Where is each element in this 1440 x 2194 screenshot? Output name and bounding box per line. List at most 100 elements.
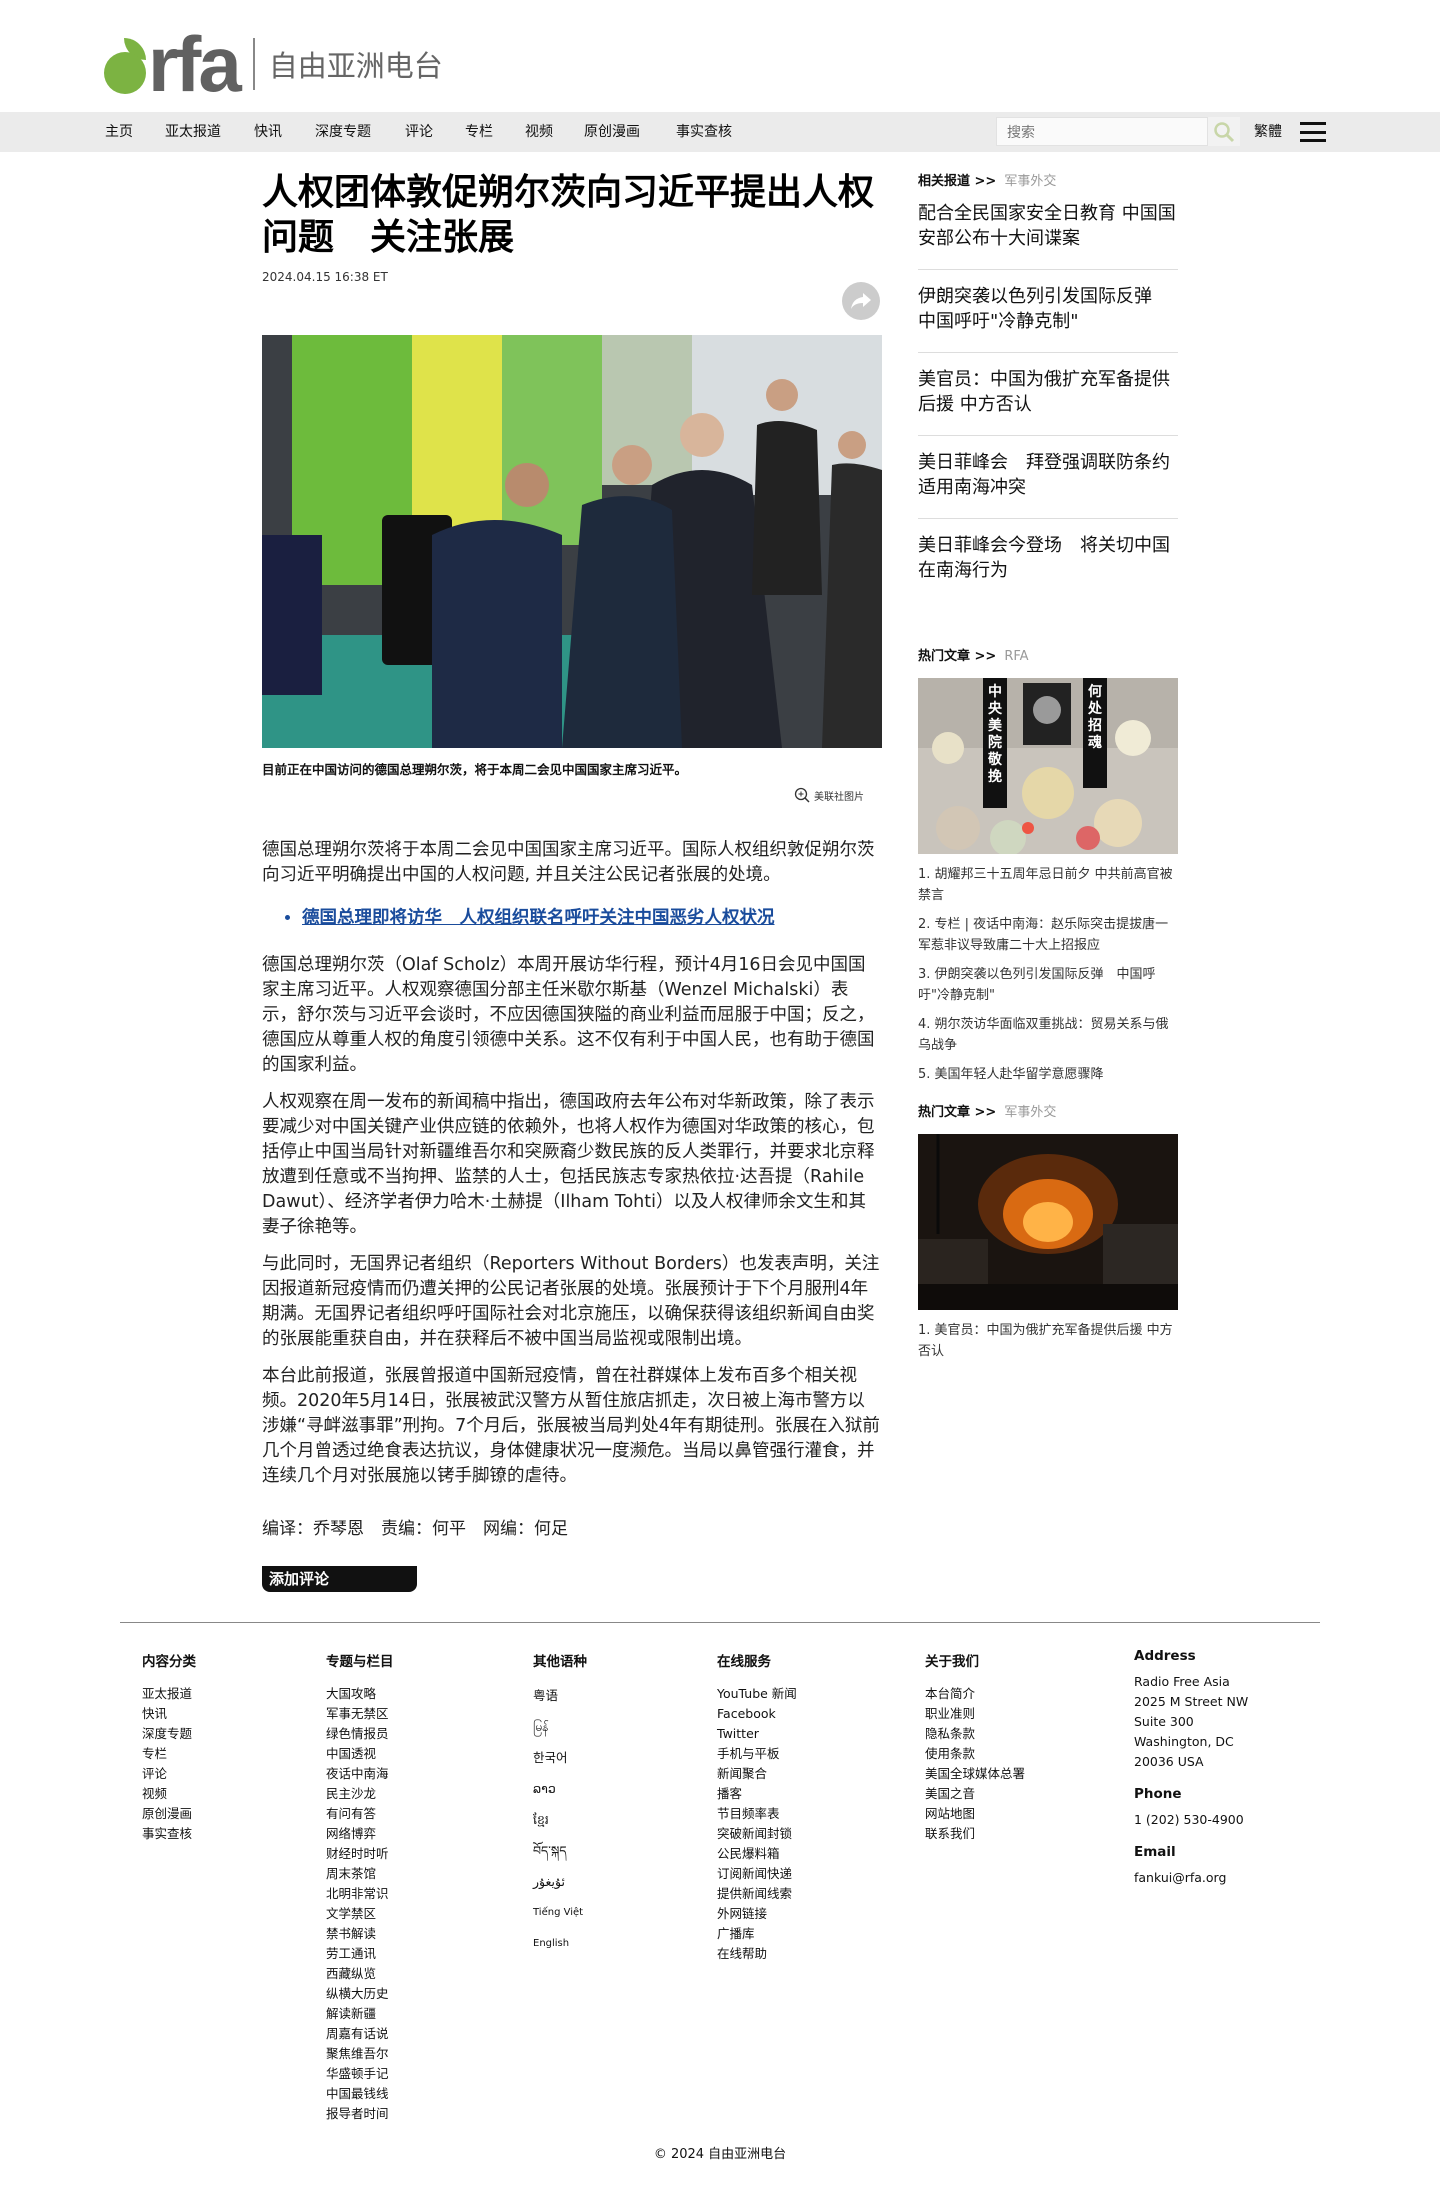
search-input[interactable] xyxy=(996,117,1208,146)
footer-link[interactable]: 有问有答 xyxy=(326,1804,394,1824)
hot-article-item[interactable]: 5. 美国年轻人赴华留学意愿骤降 xyxy=(918,1064,1178,1085)
nav-item-commentary[interactable]: 评论 xyxy=(405,112,433,152)
footer-link[interactable]: 报导者时间 xyxy=(326,2104,394,2124)
footer-link[interactable]: 隐私条款 xyxy=(925,1724,1025,1744)
hot-head-sub[interactable]: RFA xyxy=(1004,649,1028,664)
nav-item-in-depth[interactable]: 深度专题 xyxy=(315,112,371,152)
footer-lang-link[interactable]: Tiếng Việt xyxy=(533,1897,587,1928)
hot-head-link[interactable]: 热门文章 >> xyxy=(918,649,996,664)
footer-link[interactable]: 西藏纵览 xyxy=(326,1964,394,1984)
footer-link[interactable]: 美国全球媒体总署 xyxy=(925,1764,1025,1784)
footer-link[interactable]: Facebook xyxy=(717,1704,797,1724)
footer-link[interactable]: 聚焦维吾尔 xyxy=(326,2044,394,2064)
hot-article-image[interactable]: 中央美院敬挽 何处招魂 xyxy=(918,678,1178,854)
nav-item-breaking[interactable]: 快讯 xyxy=(254,112,282,152)
footer-link[interactable]: 订阅新闻快递 xyxy=(717,1864,797,1884)
footer-link[interactable]: 节目频率表 xyxy=(717,1804,797,1824)
footer-link[interactable]: 手机与平板 xyxy=(717,1744,797,1764)
footer-link[interactable]: 职业准则 xyxy=(925,1704,1025,1724)
related-item[interactable]: 美日菲峰会今登场 将关切中国在南海行为 xyxy=(918,519,1178,601)
related-item[interactable]: 配合全民国家安全日教育 中国国安部公布十大间谍案 xyxy=(918,189,1178,270)
footer-link[interactable]: 视频 xyxy=(142,1784,196,1804)
nav-item-comics[interactable]: 原创漫画 xyxy=(584,112,640,152)
footer-link[interactable]: 北明非常识 xyxy=(326,1884,394,1904)
footer-link[interactable]: 劳工通讯 xyxy=(326,1944,394,1964)
footer-link[interactable]: 本台简介 xyxy=(925,1684,1025,1704)
nav-item-video[interactable]: 视频 xyxy=(525,112,553,152)
related-item[interactable]: 美日菲峰会 拜登强调联防条约适用南海冲突 xyxy=(918,436,1178,519)
footer-link[interactable]: 民主沙龙 xyxy=(326,1784,394,1804)
footer-link[interactable]: 原创漫画 xyxy=(142,1804,196,1824)
footer-link[interactable]: 评论 xyxy=(142,1764,196,1784)
nav-item-columns[interactable]: 专栏 xyxy=(465,112,493,152)
footer-link[interactable]: 使用条款 xyxy=(925,1744,1025,1764)
hot-article-item[interactable]: 1. 美官员：中国为俄扩充军备提供后援 中方否认 xyxy=(918,1320,1178,1362)
site-logo[interactable]: rfa 自由亚洲电台 xyxy=(104,25,443,103)
footer-link[interactable]: 禁书解读 xyxy=(326,1924,394,1944)
footer-link[interactable]: 网络博弈 xyxy=(326,1824,394,1844)
related-article-link[interactable]: 德国总理即将访华 人权组织联名呼吁关注中国恶劣人权状况 xyxy=(302,906,882,931)
footer-lang-link[interactable]: ລາວ xyxy=(533,1773,587,1804)
footer-link[interactable]: 中国最钱线 xyxy=(326,2084,394,2104)
footer-link[interactable]: 新闻聚合 xyxy=(717,1764,797,1784)
footer-lang-link[interactable]: မြန် xyxy=(533,1711,587,1742)
hot-head-2-link[interactable]: 热门文章 >> xyxy=(918,1105,996,1120)
footer-lang-link[interactable]: བོད་སྐད xyxy=(533,1835,587,1866)
footer-link[interactable]: YouTube 新闻 xyxy=(717,1684,797,1704)
share-icon[interactable] xyxy=(842,282,880,320)
hot-article-item[interactable]: 1. 胡耀邦三十五周年忌日前夕 中共前高官被禁言 xyxy=(918,864,1178,906)
add-comment-button[interactable]: 添加评论 xyxy=(262,1566,417,1592)
email-link[interactable]: fankui@rfa.org xyxy=(1134,1868,1248,1888)
hot-head-2-sub[interactable]: 军事外交 xyxy=(1004,1105,1056,1120)
footer-link[interactable]: 网站地图 xyxy=(925,1804,1025,1824)
footer-link[interactable]: 文学禁区 xyxy=(326,1904,394,1924)
footer-link[interactable]: 公民爆料箱 xyxy=(717,1844,797,1864)
hamburger-icon[interactable] xyxy=(1300,122,1326,142)
footer-link[interactable]: 突破新闻封锁 xyxy=(717,1824,797,1844)
footer-link[interactable]: 夜话中南海 xyxy=(326,1764,394,1784)
related-head-sub[interactable]: 军事外交 xyxy=(1004,174,1056,189)
footer-lang-link[interactable]: 粤语 xyxy=(533,1680,587,1711)
hot-article-item[interactable]: 3. 伊朗突袭以色列引发国际反弹 中国呼吁"冷静克制" xyxy=(918,964,1178,1006)
footer-link[interactable]: 解读新疆 xyxy=(326,2004,394,2024)
footer-link[interactable]: 专栏 xyxy=(142,1744,196,1764)
footer-link[interactable]: 事实查核 xyxy=(142,1824,196,1844)
hot-article-item[interactable]: 4. 朔尔茨访华面临双重挑战：贸易关系与俄乌战争 xyxy=(918,1014,1178,1056)
zoom-icon[interactable] xyxy=(794,787,810,803)
footer-link[interactable]: 财经时时听 xyxy=(326,1844,394,1864)
related-item[interactable]: 伊朗突袭以色列引发国际反弹 中国呼吁"冷静克制" xyxy=(918,270,1178,353)
hot-article-image-2[interactable] xyxy=(918,1134,1178,1310)
hot-article-item[interactable]: 2. 专栏 | 夜话中南海：赵乐际突击提拔唐一军惹非议导致庸二十大上招报应 xyxy=(918,914,1178,956)
footer-lang-link[interactable]: ئۇيغۇر xyxy=(533,1866,587,1897)
footer-link[interactable]: 播客 xyxy=(717,1784,797,1804)
footer-link[interactable]: 周末茶馆 xyxy=(326,1864,394,1884)
footer-link[interactable]: 纵横大历史 xyxy=(326,1984,394,2004)
nav-item-fact-check[interactable]: 事实查核 xyxy=(676,112,732,152)
footer-link[interactable]: Twitter xyxy=(717,1724,797,1744)
search-button[interactable] xyxy=(1208,117,1240,146)
footer-link[interactable]: 快讯 xyxy=(142,1704,196,1724)
nav-item-home[interactable]: 主页 xyxy=(105,112,133,152)
photo-credit-text: 美联社图片 xyxy=(814,791,864,803)
footer-link[interactable]: 绿色情报员 xyxy=(326,1724,394,1744)
footer-link[interactable]: 联系我们 xyxy=(925,1824,1025,1844)
footer-link[interactable]: 广播库 xyxy=(717,1924,797,1944)
footer-lang-link[interactable]: ខ្មែរ xyxy=(533,1804,587,1835)
related-item[interactable]: 美官员：中国为俄扩充军备提供后援 中方否认 xyxy=(918,353,1178,436)
footer-link[interactable]: 华盛顿手记 xyxy=(326,2064,394,2084)
footer-link[interactable]: 在线帮助 xyxy=(717,1944,797,1964)
footer-link[interactable]: 周嘉有话说 xyxy=(326,2024,394,2044)
footer-link[interactable]: 美国之音 xyxy=(925,1784,1025,1804)
footer-link[interactable]: 大国攻略 xyxy=(326,1684,394,1704)
footer-link[interactable]: 亚太报道 xyxy=(142,1684,196,1704)
footer-lang-link[interactable]: English xyxy=(533,1928,587,1959)
footer-link[interactable]: 提供新闻线索 xyxy=(717,1884,797,1904)
footer-link[interactable]: 深度专题 xyxy=(142,1724,196,1744)
related-head-link[interactable]: 相关报道 >> xyxy=(918,174,996,189)
nav-item-asia-pacific[interactable]: 亚太报道 xyxy=(165,112,221,152)
traditional-chinese-link[interactable]: 繁體 xyxy=(1254,112,1282,152)
footer-link[interactable]: 外网链接 xyxy=(717,1904,797,1924)
footer-link[interactable]: 中国透视 xyxy=(326,1744,394,1764)
footer-lang-link[interactable]: 한국어 xyxy=(533,1742,587,1773)
footer-link[interactable]: 军事无禁区 xyxy=(326,1704,394,1724)
